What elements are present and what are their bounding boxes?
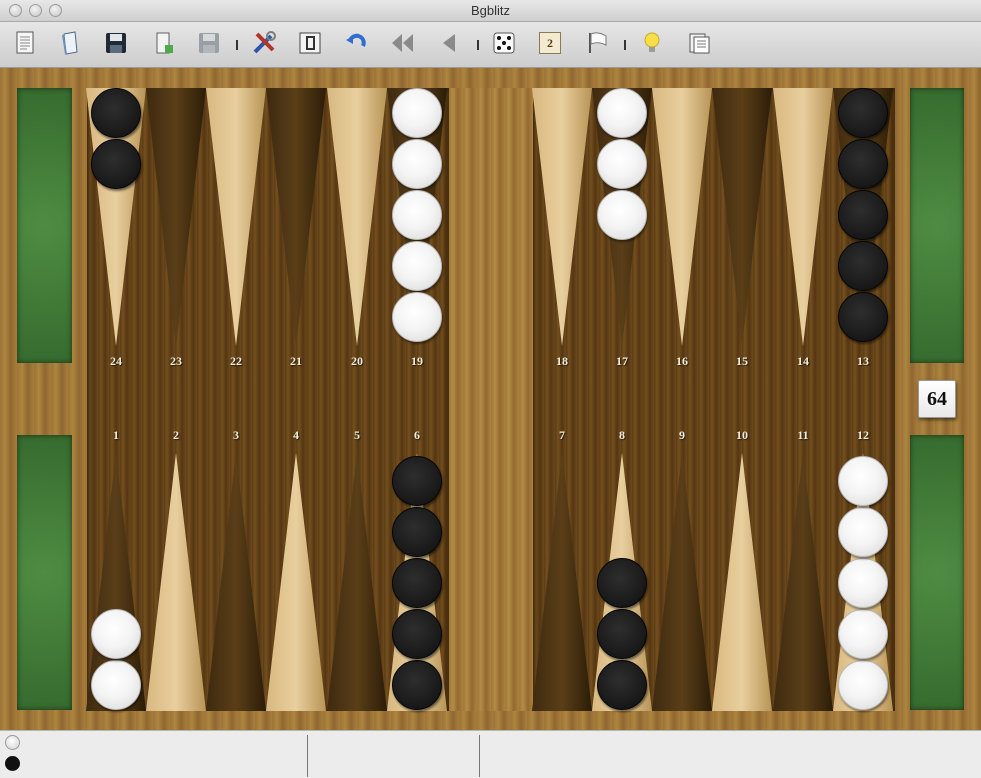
point-number-label: 10 [736, 428, 748, 442]
point-2[interactable] [146, 453, 206, 711]
white-checker[interactable] [392, 139, 442, 189]
point-23[interactable] [146, 88, 206, 346]
point-4[interactable] [266, 453, 326, 711]
point-15[interactable] [712, 88, 772, 346]
point-18[interactable] [532, 88, 592, 346]
white-player-indicator [5, 735, 20, 750]
status-divider [479, 735, 480, 777]
black-checker[interactable] [597, 609, 647, 659]
black-checker[interactable] [838, 292, 888, 342]
point-number-label: 7 [559, 428, 565, 442]
white-checker[interactable] [392, 190, 442, 240]
black-player-indicator [5, 756, 20, 771]
white-checker[interactable] [91, 609, 141, 659]
white-checker[interactable] [91, 660, 141, 710]
white-checker[interactable] [392, 292, 442, 342]
doubling-cube-value: 64 [927, 387, 947, 410]
black-checker[interactable] [392, 456, 442, 506]
point-number-label: 19 [411, 354, 423, 368]
black-checker[interactable] [392, 558, 442, 608]
point-number-label: 4 [293, 428, 299, 442]
point-11[interactable] [773, 453, 833, 711]
point-number-label: 5 [354, 428, 360, 442]
point-number-label: 3 [233, 428, 239, 442]
black-checker[interactable] [838, 241, 888, 291]
point-21[interactable] [266, 88, 326, 346]
white-checker[interactable] [838, 507, 888, 557]
point-number-label: 22 [230, 354, 242, 368]
black-checker[interactable] [91, 88, 141, 138]
point-number-label: 12 [857, 428, 869, 442]
point-20[interactable] [327, 88, 387, 346]
black-checker[interactable] [597, 558, 647, 608]
point-number-label: 11 [797, 428, 809, 442]
white-checker[interactable] [597, 190, 647, 240]
white-checker[interactable] [392, 88, 442, 138]
point-number-label: 13 [857, 354, 869, 368]
point-22[interactable] [206, 88, 266, 346]
white-checker[interactable] [392, 241, 442, 291]
point-7[interactable] [532, 453, 592, 711]
point-number-label: 1 [113, 428, 119, 442]
white-checker[interactable] [838, 609, 888, 659]
point-number-label: 23 [170, 354, 182, 368]
point-9[interactable] [652, 453, 712, 711]
point-3[interactable] [206, 453, 266, 711]
point-5[interactable] [327, 453, 387, 711]
black-checker[interactable] [838, 139, 888, 189]
status-bar [0, 730, 981, 778]
doubling-cube[interactable]: 64 [918, 380, 956, 418]
point-number-label: 9 [679, 428, 685, 442]
point-number-label: 8 [619, 428, 625, 442]
point-14[interactable] [773, 88, 833, 346]
point-number-label: 6 [414, 428, 420, 442]
black-checker[interactable] [392, 660, 442, 710]
point-number-label: 24 [110, 354, 122, 368]
point-number-label: 17 [616, 354, 628, 368]
point-number-label: 21 [290, 354, 302, 368]
points-layer [86, 88, 893, 711]
white-checker[interactable] [838, 456, 888, 506]
point-number-label: 14 [797, 354, 809, 368]
black-checker[interactable] [392, 507, 442, 557]
point-number-label: 16 [676, 354, 688, 368]
point-number-label: 18 [556, 354, 568, 368]
white-checker[interactable] [597, 88, 647, 138]
black-checker[interactable] [597, 660, 647, 710]
black-checker[interactable] [91, 139, 141, 189]
black-checker[interactable] [838, 88, 888, 138]
point-16[interactable] [652, 88, 712, 346]
white-checker[interactable] [597, 139, 647, 189]
black-checker[interactable] [838, 190, 888, 240]
point-number-label: 2 [173, 428, 179, 442]
white-checker[interactable] [838, 660, 888, 710]
point-number-label: 20 [351, 354, 363, 368]
status-divider [307, 735, 308, 777]
black-checker[interactable] [392, 609, 442, 659]
point-number-label: 15 [736, 354, 748, 368]
point-10[interactable] [712, 453, 772, 711]
white-checker[interactable] [838, 558, 888, 608]
